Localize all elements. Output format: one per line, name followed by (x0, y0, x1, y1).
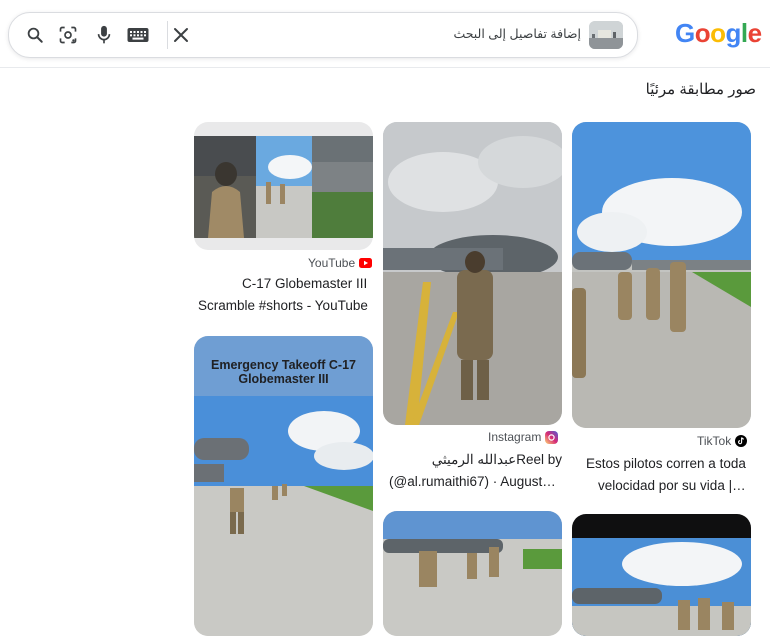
google-logo[interactable]: Google (675, 18, 762, 49)
result-title[interactable]: Estos pilotos corren a toda (586, 453, 746, 475)
result-thumbnail[interactable] (383, 122, 562, 425)
add-details-placeholder[interactable]: إضافة تفاصيل إلى البحث (453, 26, 581, 41)
result-thumbnail[interactable] (383, 511, 562, 636)
result-title[interactable]: velocidad por su vida |… (598, 475, 746, 497)
lens-icon[interactable] (56, 23, 80, 47)
result-source: Instagram (488, 430, 559, 444)
header-bar: إضافة تفاصيل إلى البحث Google (0, 0, 770, 68)
instagram-icon (545, 430, 559, 444)
youtube-icon (359, 258, 373, 268)
section-title: صور مطابقة مرئيًا (645, 81, 756, 98)
search-divider (167, 21, 168, 49)
result-source: TikTok (697, 434, 748, 448)
result-thumbnail[interactable] (572, 514, 751, 636)
result-thumbnail[interactable] (572, 122, 751, 428)
mic-icon[interactable] (92, 23, 116, 47)
result-source: YouTube (308, 256, 373, 270)
result-title[interactable]: (@al.rumaithi67) · August… (389, 471, 556, 493)
result-thumbnail[interactable]: Emergency Takeoff C-17 Globemaster III (194, 336, 373, 636)
query-image-icon[interactable] (589, 21, 623, 49)
result-title[interactable]: C-17 Globemaster III (242, 273, 367, 295)
result-title[interactable]: Reel byعبدالله الرميثي (432, 449, 562, 471)
thumbnail-caption: Emergency Takeoff C-17 Globemaster III (211, 358, 356, 386)
keyboard-icon[interactable] (126, 23, 150, 47)
result-title[interactable]: Scramble #shorts - YouTube (198, 295, 368, 317)
tiktok-icon (735, 435, 748, 447)
search-icon[interactable] (23, 23, 47, 47)
search-box[interactable]: إضافة تفاصيل إلى البحث (8, 12, 638, 58)
result-thumbnail[interactable] (194, 122, 373, 250)
close-icon[interactable] (169, 23, 193, 47)
